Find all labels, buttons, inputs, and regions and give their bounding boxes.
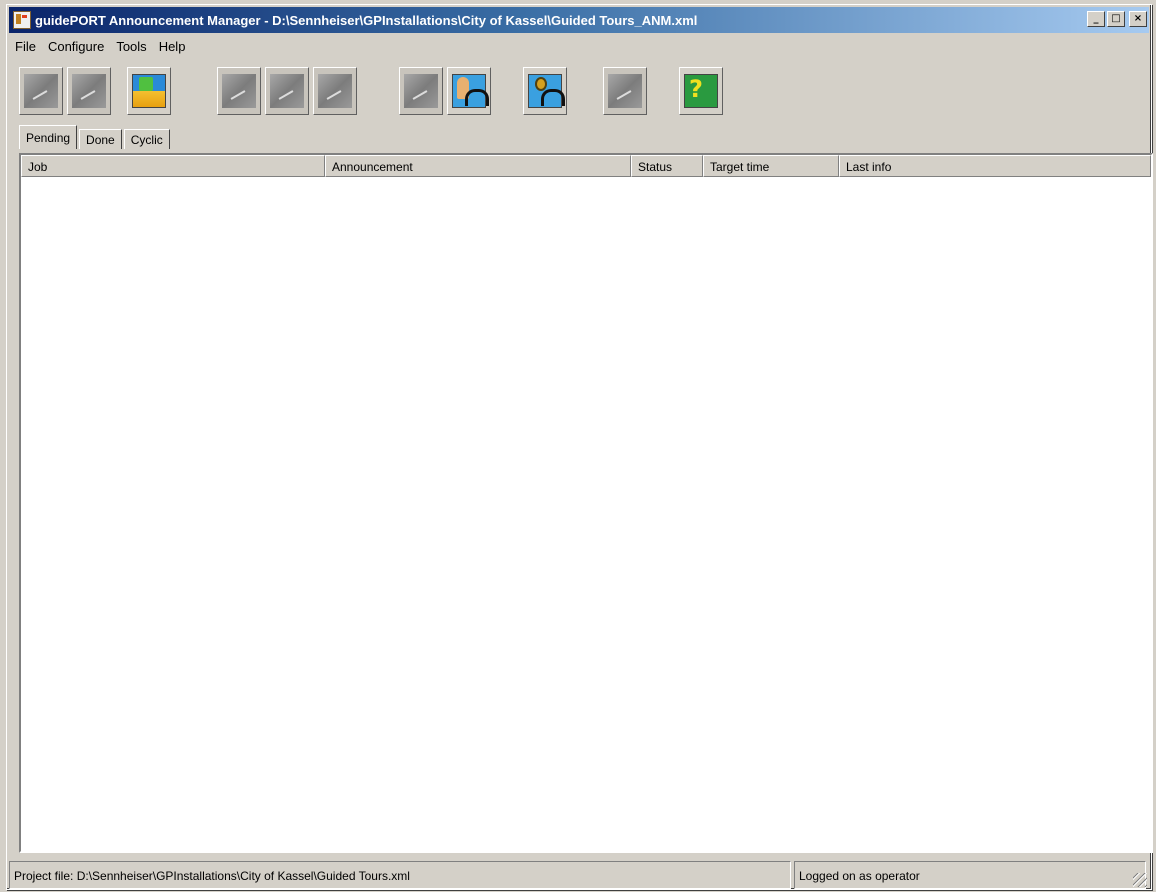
menu-configure[interactable]: Configure [42,37,110,57]
disabled-tool-2-icon [72,74,106,108]
column-job[interactable]: Job [21,155,325,177]
disabled-tool-7-icon [608,74,642,108]
menu-bar: File Configure Tools Help [9,37,191,57]
column-target-time[interactable]: Target time [703,155,839,177]
disabled-tool-1-icon [24,74,58,108]
close-button[interactable]: × [1129,11,1147,27]
open-project-icon [132,74,166,108]
window-controls: _ □ × [1087,11,1147,27]
column-status[interactable]: Status [631,155,703,177]
toolbar-button-5[interactable] [313,67,357,115]
job-list[interactable]: Job Announcement Status Target time Last… [19,153,1153,853]
column-announcement[interactable]: Announcement [325,155,631,177]
menu-file[interactable]: File [9,37,42,57]
tab-cyclic[interactable]: Cyclic [123,129,170,149]
help-button[interactable] [679,67,723,115]
window-title: guidePORT Announcement Manager - D:\Senn… [35,12,698,28]
tab-pending[interactable]: Pending [19,125,78,149]
disabled-tool-5-icon [318,74,352,108]
title-bar[interactable]: guidePORT Announcement Manager - D:\Senn… [9,7,1149,33]
toolbar-button-7[interactable] [603,67,647,115]
toolbar-button-4[interactable] [265,67,309,115]
announce-listen-button[interactable] [447,67,491,115]
status-bar: Project file: D:\Sennheiser\GPInstallati… [9,861,1149,889]
help-icon [684,74,718,108]
tab-done[interactable]: Done [79,129,122,149]
minimize-button[interactable]: _ [1087,11,1105,27]
disabled-tool-3-icon [222,74,256,108]
column-last-info[interactable]: Last info [839,155,1151,177]
menu-help[interactable]: Help [153,37,192,57]
toolbar-button-3[interactable] [217,67,261,115]
watch-headphones-icon [528,74,565,108]
list-header: Job Announcement Status Target time Last… [21,155,1151,177]
status-project-file: Project file: D:\Sennheiser\GPInstallati… [9,861,791,889]
speaker-headphones-icon [452,74,489,108]
maximize-button[interactable]: □ [1107,11,1125,27]
menu-tools[interactable]: Tools [110,37,152,57]
timed-listen-button[interactable] [523,67,567,115]
toolbar-button-1[interactable] [19,67,63,115]
app-window: guidePORT Announcement Manager - D:\Senn… [6,4,1153,890]
tab-strip: Pending Done Cyclic [19,125,172,149]
resize-grip[interactable] [1133,873,1147,887]
toolbar-button-6[interactable] [399,67,443,115]
disabled-tool-6-icon [404,74,438,108]
disabled-tool-4-icon [270,74,304,108]
toolbar-button-2[interactable] [67,67,111,115]
open-project-button[interactable] [127,67,171,115]
app-icon[interactable] [13,11,31,29]
status-login: Logged on as operator [794,861,1146,889]
